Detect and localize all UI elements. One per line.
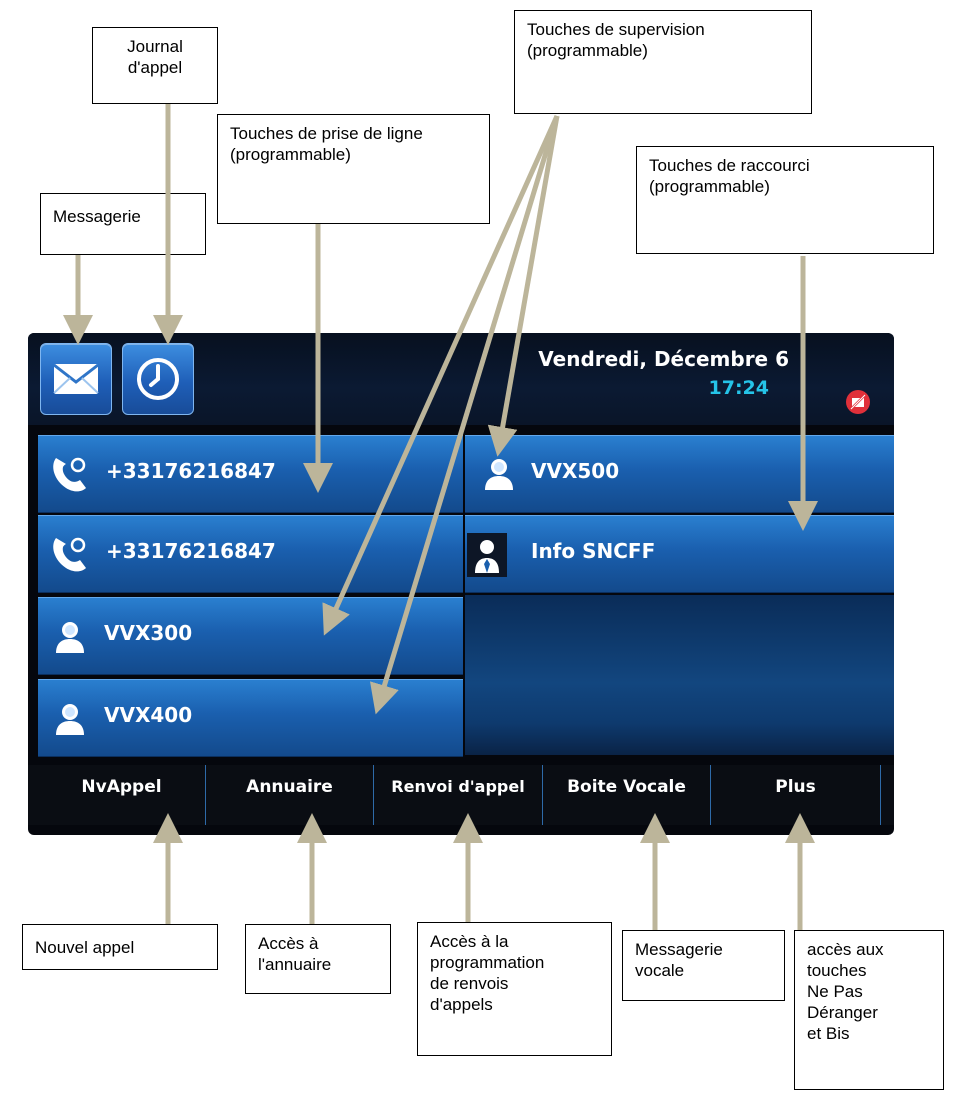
line-key-label: +33176216847 xyxy=(106,459,276,483)
do-not-disturb-icon xyxy=(846,390,870,414)
phone-screen: Vendredi, Décembre 6 17:24 +33176216847 … xyxy=(28,333,894,835)
call-log-button[interactable] xyxy=(122,343,194,415)
time-label: 17:24 xyxy=(708,377,769,399)
line-key-label: +33176216847 xyxy=(106,539,276,563)
line-key-vvx300[interactable]: VVX300 xyxy=(38,597,463,675)
contact-icon xyxy=(56,704,84,735)
line-key-label: VVX300 xyxy=(104,621,193,645)
callout-renvoi: Accès à la programmation de renvois d'ap… xyxy=(417,922,612,1056)
key-label: VVX500 xyxy=(531,459,620,483)
phone-handset-icon xyxy=(53,457,86,492)
key-label: Info SNCFF xyxy=(531,539,656,563)
callout-nouvel-appel: Nouvel appel xyxy=(22,924,218,970)
softkey-plus[interactable]: Plus xyxy=(711,765,881,825)
empty-key-area xyxy=(465,595,894,755)
softkey-annuaire[interactable]: Annuaire xyxy=(206,765,374,825)
clock-icon xyxy=(137,358,179,400)
callout-plus: accès aux touches Ne Pas Déranger et Bis xyxy=(794,930,944,1090)
contact-icon xyxy=(485,459,513,490)
line-key-2[interactable]: +33176216847 xyxy=(38,515,463,593)
business-contact-icon xyxy=(467,533,507,577)
callout-annuaire: Accès à l'annuaire xyxy=(245,924,391,994)
callout-journal-appel: Journal d'appel xyxy=(92,27,218,104)
supervision-key-vvx500[interactable]: VVX500 xyxy=(465,435,894,513)
callout-messagerie: Messagerie xyxy=(40,193,206,255)
softkey-boite-vocale[interactable]: Boite Vocale xyxy=(543,765,711,825)
softkey-bar: NvAppel Annuaire Renvoi d'appel Boite Vo… xyxy=(28,765,894,825)
phone-handset-icon xyxy=(53,537,86,572)
softkey-nvappel[interactable]: NvAppel xyxy=(38,765,206,825)
line-key-label: VVX400 xyxy=(104,703,193,727)
callout-prise-ligne: Touches de prise de ligne (programmable) xyxy=(217,114,490,224)
speed-dial-key-info-sncff[interactable]: Info SNCFF xyxy=(465,515,894,593)
callout-raccourci: Touches de raccourci (programmable) xyxy=(636,146,934,254)
date-label: Vendredi, Décembre 6 xyxy=(538,347,789,371)
envelope-icon xyxy=(53,363,99,394)
messages-button[interactable] xyxy=(40,343,112,415)
callout-supervision: Touches de supervision (programmable) xyxy=(514,10,812,114)
status-bar: Vendredi, Décembre 6 17:24 xyxy=(28,333,894,425)
line-key-1[interactable]: +33176216847 xyxy=(38,435,463,513)
callout-boite-vocale: Messagerie vocale xyxy=(622,930,785,1001)
line-key-vvx400[interactable]: VVX400 xyxy=(38,679,463,757)
contact-icon xyxy=(56,622,84,653)
softkey-renvoi-appel[interactable]: Renvoi d'appel xyxy=(374,765,543,825)
